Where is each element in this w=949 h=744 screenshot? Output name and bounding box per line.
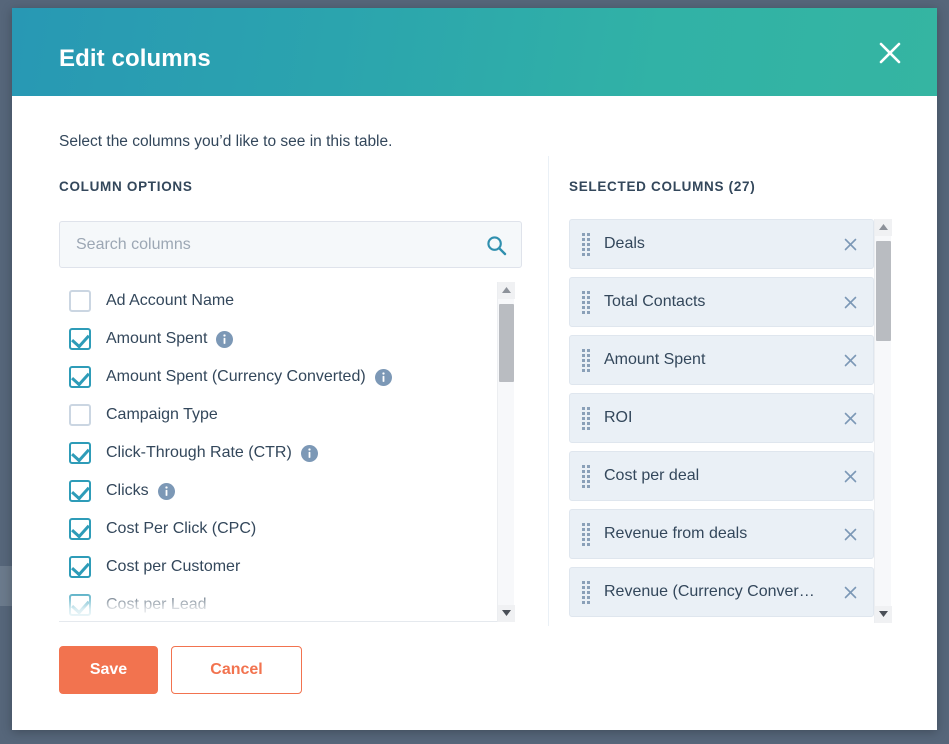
dialog-header: Edit columns [12, 8, 937, 96]
backdrop-band [0, 566, 12, 606]
selected-column-chip[interactable]: Revenue (Currency Conver… [569, 567, 874, 617]
column-options-scrollbar[interactable] [497, 282, 515, 622]
search-input[interactable] [60, 222, 521, 267]
column-options-heading: COLUMN OPTIONS [59, 179, 193, 194]
cancel-button[interactable]: Cancel [171, 646, 302, 694]
column-option-label: Ad Account Name [106, 292, 235, 309]
drag-handle-icon[interactable] [582, 290, 590, 314]
info-icon[interactable] [300, 444, 318, 462]
dialog-body: Select the columns you’d like to see in … [12, 96, 937, 636]
search-columns-field[interactable] [59, 221, 522, 268]
column-option-checkbox[interactable] [69, 404, 91, 426]
column-option-label: Clicks [106, 482, 149, 499]
selected-column-chip[interactable]: Cost per deal [569, 451, 874, 501]
column-options-scroll-area: Ad Account Name Amount Spent Amount Spent … [59, 282, 497, 622]
selected-column-label: Deals [604, 235, 645, 252]
column-option-checkbox[interactable] [69, 518, 91, 540]
scroll-up-arrow-icon[interactable] [498, 282, 515, 299]
selected-columns-scroll-area: Deals Total Contacts Amount Spent ROI Cost p… [569, 219, 874, 623]
remove-column-icon[interactable] [835, 229, 865, 259]
column-option-checkbox[interactable] [69, 366, 91, 388]
selected-columns-scrollbar[interactable] [874, 219, 892, 623]
scroll-down-arrow-icon[interactable] [498, 605, 515, 622]
column-option-checkbox[interactable] [69, 290, 91, 312]
selected-column-chip[interactable]: Deals [569, 219, 874, 269]
dialog-footer: Save Cancel [12, 636, 937, 730]
column-option-row[interactable]: Amount Spent (Currency Converted) [59, 358, 497, 396]
scrollbar-thumb[interactable] [499, 304, 514, 382]
info-icon[interactable] [157, 482, 175, 500]
remove-column-icon[interactable] [835, 345, 865, 375]
selected-column-label: Total Contacts [604, 293, 706, 310]
column-options-list: Ad Account Name Amount Spent Amount Spent … [59, 282, 522, 622]
scroll-down-arrow-icon[interactable] [875, 606, 892, 623]
selected-column-chip[interactable]: Total Contacts [569, 277, 874, 327]
column-option-row[interactable]: Click-Through Rate (CTR) [59, 434, 497, 472]
drag-handle-icon[interactable] [582, 232, 590, 256]
selected-columns-heading: SELECTED COLUMNS (27) [569, 179, 756, 194]
selected-columns-list: Deals Total Contacts Amount Spent ROI Cost p… [569, 219, 899, 623]
scrollbar-thumb[interactable] [876, 241, 891, 341]
intro-text: Select the columns you’d like to see in … [59, 133, 393, 150]
save-button[interactable]: Save [59, 646, 158, 694]
drag-handle-icon[interactable] [582, 464, 590, 488]
edit-columns-dialog: Edit columns Select the columns you’d li… [12, 8, 937, 730]
column-option-row[interactable]: Cost Per Click (CPC) [59, 510, 497, 548]
column-option-label: Click-Through Rate (CTR) [106, 444, 292, 461]
drag-handle-icon[interactable] [582, 348, 590, 372]
column-option-checkbox[interactable] [69, 442, 91, 464]
drag-handle-icon[interactable] [582, 522, 590, 546]
info-icon[interactable] [216, 330, 234, 348]
remove-column-icon[interactable] [835, 287, 865, 317]
remove-column-icon[interactable] [835, 403, 865, 433]
column-option-row[interactable]: Ad Account Name [59, 282, 497, 320]
scrollbar-track[interactable] [498, 299, 514, 605]
column-option-row[interactable]: Cost per Customer [59, 548, 497, 586]
column-option-row[interactable]: Clicks [59, 472, 497, 510]
info-icon[interactable] [374, 368, 392, 386]
column-option-checkbox[interactable] [69, 328, 91, 350]
panel-divider [548, 156, 549, 626]
selected-column-label: ROI [604, 409, 633, 426]
dialog-title: Edit columns [59, 45, 211, 72]
column-option-label: Campaign Type [106, 406, 218, 423]
selected-column-label: Revenue from deals [604, 525, 748, 542]
selected-column-label: Cost per deal [604, 467, 700, 484]
column-option-row[interactable]: Cost per Lead [59, 586, 497, 622]
column-option-row[interactable]: Amount Spent [59, 320, 497, 358]
selected-column-label: Revenue (Currency Conver… [604, 583, 815, 600]
column-option-label: Cost per Lead [106, 596, 207, 613]
column-option-checkbox[interactable] [69, 480, 91, 502]
column-option-label: Amount Spent (Currency Converted) [106, 368, 366, 385]
selected-column-chip[interactable]: Amount Spent [569, 335, 874, 385]
remove-column-icon[interactable] [835, 461, 865, 491]
selected-column-chip[interactable]: ROI [569, 393, 874, 443]
remove-column-icon[interactable] [835, 577, 865, 607]
selected-column-label: Amount Spent [604, 351, 706, 368]
remove-column-icon[interactable] [835, 519, 865, 549]
column-option-label: Cost per Customer [106, 558, 241, 575]
column-option-checkbox[interactable] [69, 594, 91, 616]
column-option-checkbox[interactable] [69, 556, 91, 578]
column-option-row[interactable]: Campaign Type [59, 396, 497, 434]
column-option-label: Cost Per Click (CPC) [106, 520, 257, 537]
selected-column-chip[interactable]: Revenue from deals [569, 509, 874, 559]
column-option-label: Amount Spent [106, 330, 208, 347]
drag-handle-icon[interactable] [582, 580, 590, 604]
close-icon[interactable] [875, 35, 911, 71]
list-bottom-border [59, 621, 497, 622]
scrollbar-track[interactable] [875, 236, 891, 606]
scroll-up-arrow-icon[interactable] [875, 219, 892, 236]
drag-handle-icon[interactable] [582, 406, 590, 430]
